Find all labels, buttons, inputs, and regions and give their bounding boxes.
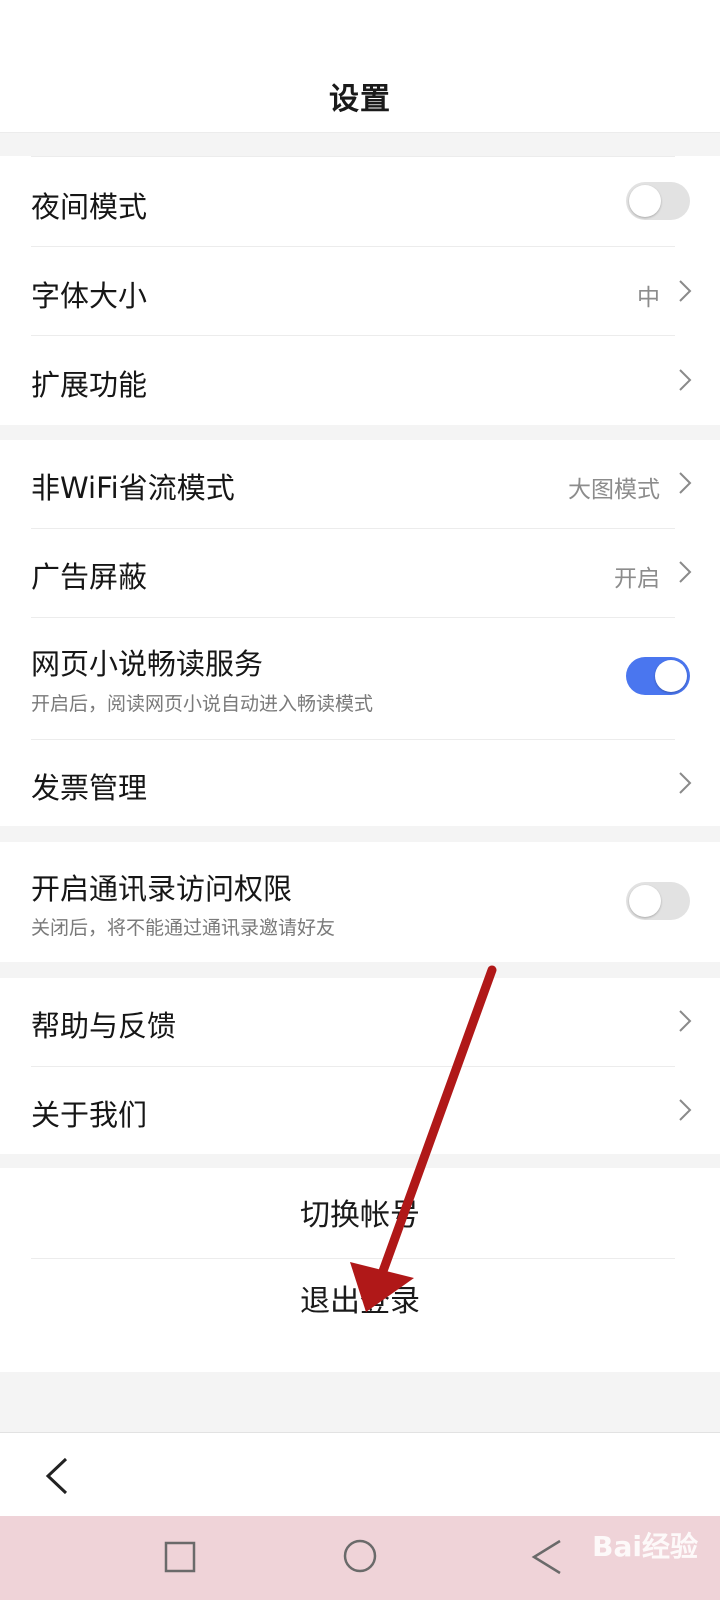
- setting-invoice[interactable]: 发票管理: [0, 739, 720, 826]
- setting-extensions[interactable]: 扩展功能: [0, 335, 720, 425]
- bottom-toolbar: [0, 1432, 720, 1517]
- setting-label: 网页小说畅读服务: [31, 647, 264, 681]
- settings-group-display: 夜间模式 字体大小 中 扩展功能: [0, 156, 720, 425]
- setting-label: 发票管理: [31, 771, 148, 805]
- settings-group-privacy: 开启通讯录访问权限 关闭后，将不能通过通讯录邀请好友: [0, 842, 720, 962]
- setting-label: 关于我们: [31, 1098, 148, 1132]
- back-arrow-icon[interactable]: [44, 1457, 70, 1495]
- setting-description: 关闭后，将不能通过通讯录邀请好友: [31, 917, 336, 939]
- setting-label: 开启通讯录访问权限: [31, 872, 293, 906]
- settings-group-browsing: 非WiFi省流模式 大图模式 广告屏蔽 开启 网页小说畅读服务 开启后，阅读网页…: [0, 440, 720, 826]
- chevron-right-icon: [679, 472, 692, 494]
- chevron-right-icon: [679, 1010, 692, 1032]
- setting-value: 中: [637, 285, 660, 311]
- chevron-right-icon: [679, 369, 692, 391]
- switch-account-button[interactable]: 切换帐号: [0, 1168, 720, 1258]
- chevron-right-icon: [679, 280, 692, 302]
- setting-label: 帮助与反馈: [31, 1009, 177, 1043]
- chevron-right-icon: [679, 772, 692, 794]
- setting-ad-block[interactable]: 广告屏蔽 开启: [0, 528, 720, 617]
- setting-about-us[interactable]: 关于我们: [0, 1066, 720, 1154]
- chevron-right-icon: [679, 561, 692, 583]
- setting-night-mode[interactable]: 夜间模式: [0, 156, 720, 246]
- logout-label: 退出登录: [300, 1284, 420, 1319]
- toggle-knob: [655, 660, 687, 692]
- switch-account-label: 切换帐号: [300, 1198, 420, 1233]
- novel-reading-toggle[interactable]: [626, 657, 690, 695]
- setting-label: 扩展功能: [31, 368, 148, 402]
- setting-label: 广告屏蔽: [31, 560, 148, 594]
- setting-contacts-access[interactable]: 开启通讯录访问权限 关闭后，将不能通过通讯录邀请好友: [0, 842, 720, 962]
- toggle-knob: [629, 185, 661, 217]
- setting-non-wifi-mode[interactable]: 非WiFi省流模式 大图模式: [0, 440, 720, 528]
- app-header: 设置: [0, 0, 720, 133]
- chevron-right-icon: [679, 1099, 692, 1121]
- setting-value: 开启: [614, 566, 660, 592]
- system-back-triangle-icon[interactable]: [530, 1538, 564, 1576]
- page-title: 设置: [329, 82, 391, 117]
- account-actions: 切换帐号 退出登录: [0, 1168, 720, 1372]
- recents-square-icon[interactable]: [164, 1541, 196, 1573]
- setting-label: 字体大小: [31, 279, 148, 313]
- setting-description: 开启后，阅读网页小说自动进入畅读模式: [31, 693, 374, 715]
- home-circle-icon[interactable]: [342, 1538, 378, 1574]
- setting-font-size[interactable]: 字体大小 中: [0, 246, 720, 335]
- night-mode-toggle[interactable]: [626, 182, 690, 220]
- setting-novel-reading[interactable]: 网页小说畅读服务 开启后，阅读网页小说自动进入畅读模式: [0, 617, 720, 739]
- setting-label: 夜间模式: [31, 190, 148, 224]
- setting-label: 非WiFi省流模式: [31, 471, 235, 505]
- settings-group-support: 帮助与反馈 关于我们: [0, 978, 720, 1154]
- contacts-access-toggle[interactable]: [626, 882, 690, 920]
- setting-value: 大图模式: [568, 477, 660, 503]
- watermark-logo: Bai经验: [592, 1530, 698, 1563]
- toggle-knob: [629, 885, 661, 917]
- logout-button[interactable]: 退出登录: [0, 1258, 720, 1372]
- setting-help-feedback[interactable]: 帮助与反馈: [0, 978, 720, 1066]
